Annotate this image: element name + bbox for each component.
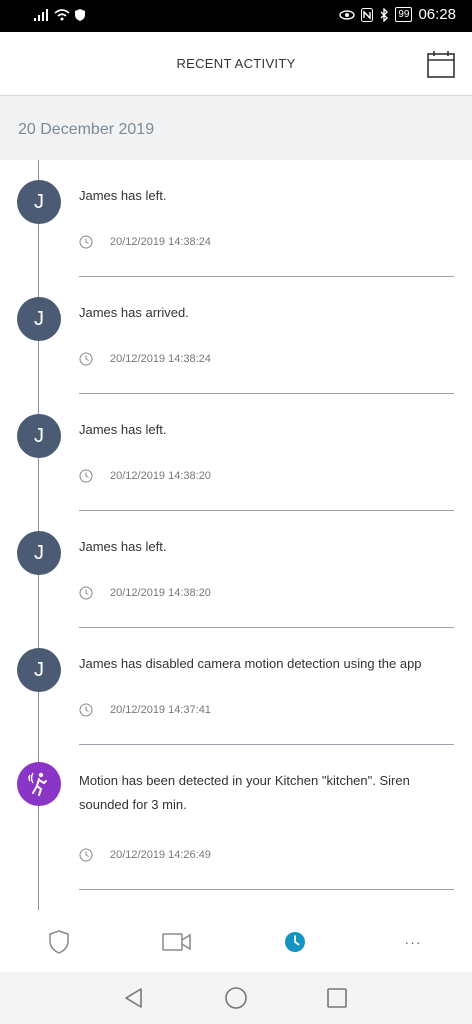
- more-icon: ···: [404, 934, 422, 950]
- shield-status-icon: [75, 9, 85, 21]
- divider: [79, 889, 454, 890]
- divider: [79, 744, 454, 745]
- app-header: RECENT ACTIVITY: [0, 32, 472, 96]
- clock-time: 06:28: [418, 6, 456, 23]
- wifi-icon: [54, 9, 70, 21]
- camera-icon: [162, 933, 191, 951]
- recents-button[interactable]: [325, 986, 349, 1010]
- activity-text: James has left.: [79, 422, 167, 437]
- user-avatar: J: [17, 180, 61, 224]
- activity-text: James has left.: [79, 539, 167, 554]
- user-avatar: J: [17, 297, 61, 341]
- clock-icon: [79, 848, 93, 862]
- activity-time: 20/12/2019 14:26:49: [79, 848, 211, 862]
- date-group-label: 20 December 2019: [18, 121, 155, 138]
- divider: [79, 276, 454, 277]
- clock-icon: [79, 352, 93, 366]
- calendar-button[interactable]: [427, 50, 455, 78]
- divider: [79, 627, 454, 628]
- system-nav-bar: [0, 972, 472, 1024]
- divider: [79, 510, 454, 511]
- nav-more[interactable]: ···: [398, 930, 428, 954]
- bluetooth-icon: [380, 7, 389, 22]
- clock-icon: [79, 703, 93, 717]
- calendar-icon: [427, 51, 455, 78]
- activity-timestamp: 20/12/2019 14:38:20: [110, 470, 211, 482]
- status-bar: 99 06:28: [0, 0, 472, 32]
- signal-icon: [34, 9, 48, 21]
- page-title: RECENT ACTIVITY: [176, 56, 296, 71]
- motion-icon: [28, 772, 47, 796]
- activity-time: 20/12/2019 14:37:41: [79, 703, 211, 717]
- activity-time: 20/12/2019 14:38:20: [79, 469, 211, 483]
- user-avatar: J: [17, 414, 61, 458]
- activity-timestamp: 20/12/2019 14:37:41: [110, 704, 211, 716]
- clock-icon: [79, 469, 93, 483]
- activity-text: James has disabled camera motion detecti…: [79, 656, 422, 671]
- nfc-icon: [361, 7, 374, 22]
- activity-timestamp: 20/12/2019 14:38:24: [110, 353, 211, 365]
- activity-timestamp: 20/12/2019 14:26:49: [110, 849, 211, 861]
- motion-avatar: [17, 762, 61, 806]
- clock-icon: [285, 932, 305, 952]
- date-group-header: 20 December 2019: [0, 96, 472, 160]
- activity-time: 20/12/2019 14:38:24: [79, 235, 211, 249]
- activity-time: 20/12/2019 14:38:24: [79, 352, 211, 366]
- status-left: [34, 8, 86, 22]
- user-avatar: J: [17, 531, 61, 575]
- bottom-nav: ···: [0, 910, 472, 972]
- shield-icon: [49, 930, 69, 954]
- clock-icon: [79, 235, 93, 249]
- status-right: 99 06:28: [339, 6, 456, 23]
- activity-timestamp: 20/12/2019 14:38:20: [110, 587, 211, 599]
- user-avatar: J: [17, 648, 61, 692]
- nav-cameras[interactable]: [162, 930, 192, 954]
- nav-activity[interactable]: [280, 930, 310, 954]
- activity-text: James has arrived.: [79, 305, 189, 320]
- activity-time: 20/12/2019 14:38:20: [79, 586, 211, 600]
- nav-security[interactable]: [44, 930, 74, 954]
- divider: [79, 393, 454, 394]
- back-button[interactable]: [122, 986, 146, 1010]
- activity-timestamp: 20/12/2019 14:38:24: [110, 236, 211, 248]
- activity-text: James has left.: [79, 188, 167, 203]
- activity-text: Motion has been detected in your Kitchen…: [79, 773, 410, 812]
- eye-icon: [339, 9, 356, 20]
- battery-indicator: 99: [395, 7, 413, 22]
- home-button[interactable]: [224, 986, 248, 1010]
- clock-icon: [79, 586, 93, 600]
